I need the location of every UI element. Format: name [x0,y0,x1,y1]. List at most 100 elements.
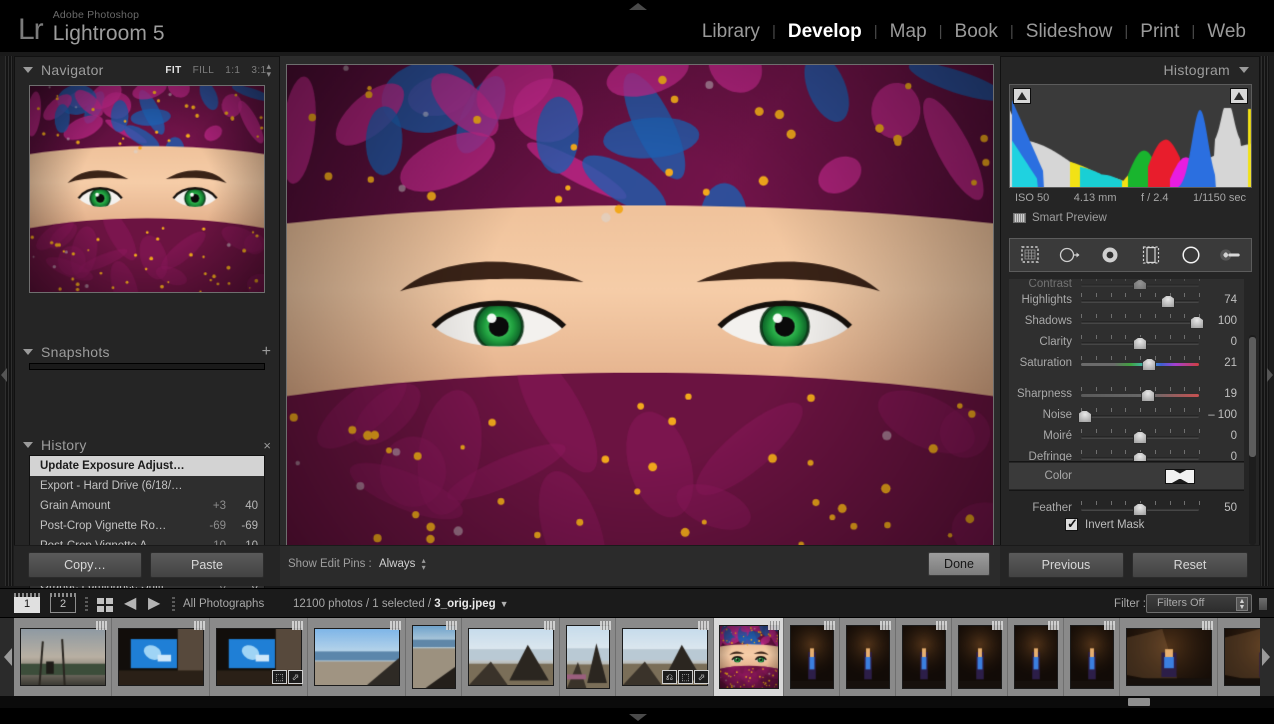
source-label[interactable]: All Photographs [183,598,264,610]
show-edit-pins-stepper-icon[interactable]: ▴ ▾ [422,557,426,572]
slider-sharpness[interactable]: Sharpness 19 [1009,383,1244,404]
second-window-button[interactable]: 2 [50,593,76,613]
module-print[interactable]: Print [1128,20,1191,44]
filmstrip-thumbnail[interactable] [560,618,616,696]
invert-mask-row[interactable]: Invert Mask [1065,516,1144,532]
slider-contrast[interactable]: Contrast [1009,279,1244,289]
filmstrip-scrollbar-thumb[interactable] [1128,698,1150,706]
shadow-clipping-indicator[interactable] [1013,88,1031,104]
slider-shadows[interactable]: Shadows 100 [1009,310,1244,331]
zoom-fit[interactable]: FIT [165,65,181,76]
filmstrip-thumbnail[interactable] [1218,618,1260,696]
right-panel-edge[interactable] [1260,56,1274,586]
slider-saturation[interactable]: Saturation 21 [1009,352,1244,373]
invert-mask-checkbox[interactable] [1065,516,1078,532]
top-panel-toggle-arrow[interactable] [629,3,647,10]
clear-history-button[interactable]: × [263,439,271,452]
main-photo-frame[interactable] [286,64,994,546]
slider-track[interactable] [1081,355,1200,371]
filmstrip-thumbnail[interactable] [896,618,952,696]
left-panel-grip[interactable] [5,56,13,586]
slider-track[interactable] [1081,313,1204,329]
filmstrip-thumbnail[interactable] [1120,618,1218,696]
history-item[interactable]: Export - Hard Drive (6/18/2013 12:32… [30,476,264,496]
slider-moir[interactable]: Moiré 0 [1009,425,1244,446]
chevron-down-icon[interactable]: ▼ [500,599,509,609]
slider-defringe[interactable]: Defringe 0 [1009,446,1244,461]
filmstrip-thumbnail[interactable] [840,618,896,696]
module-book[interactable]: Book [943,20,1010,44]
filmstrip-thumbnail[interactable] [952,618,1008,696]
navigator-header[interactable]: Navigator FIT FILL 1:1 3:1 ▴ ▾ [15,57,279,83]
filmstrip-thumbnail[interactable] [308,618,406,696]
color-swatch[interactable] [1165,468,1195,484]
filmstrip-thumbnail[interactable] [112,618,210,696]
filmstrip-thumbnail[interactable] [784,618,840,696]
filmstrip-thumbnail[interactable] [714,618,784,696]
chevron-down-icon[interactable] [1239,67,1249,73]
filmstrip-prev-arrow[interactable] [4,648,12,666]
filter-dropdown[interactable]: Filters Off ▲ ▼ [1146,594,1252,613]
history-item[interactable]: Update Exposure Adjustment [30,456,264,476]
module-library[interactable]: Library [690,20,772,44]
histogram-header[interactable]: Histogram [1001,57,1259,83]
module-web[interactable]: Web [1195,20,1258,44]
snapshots-header[interactable]: Snapshots + [15,339,279,365]
slider-track[interactable] [1081,334,1200,350]
photo-count-label[interactable]: 12100 photos / 1 selected / 3_orig.jpeg ▼ [293,598,509,610]
red-eye-correction-tool[interactable] [1097,243,1123,267]
module-map[interactable]: Map [878,20,939,44]
paste-settings-button[interactable]: Paste [150,552,264,578]
history-item[interactable]: Post-Crop Vignette Ro… -69 -69 [30,516,264,536]
highlight-clipping-indicator[interactable] [1230,88,1248,104]
slider-highlights[interactable]: Highlights 74 [1009,289,1244,310]
back-arrow-icon[interactable]: ◀ [124,596,136,612]
zoom-3-1[interactable]: 3:1 [251,65,266,76]
show-edit-pins-control[interactable]: Show Edit Pins : Always ▴ ▾ [288,557,426,572]
slider-track[interactable] [1081,449,1200,461]
zoom-1-1[interactable]: 1:1 [225,65,240,76]
previous-button[interactable]: Previous [1008,552,1124,578]
module-slideshow[interactable]: Slideshow [1014,20,1125,44]
filmstrip-thumbnail[interactable] [14,618,112,696]
zoom-stepper-icon[interactable]: ▴ ▾ [266,62,271,79]
slider-track[interactable] [1077,407,1200,423]
filmstrip-thumbnail[interactable] [406,618,462,696]
filmstrip-next-arrow[interactable] [1262,648,1270,666]
slider-track[interactable] [1081,500,1200,516]
chevron-down-icon[interactable] [23,442,33,448]
color-picker-row[interactable]: Color [1009,463,1244,489]
grid-view-icon[interactable] [97,598,113,612]
filmstrip-thumbnail[interactable] [462,618,560,696]
reset-button[interactable]: Reset [1132,552,1248,578]
crop-overlay-tool[interactable] [1017,243,1043,267]
adjustment-brush-tool[interactable] [1218,243,1244,267]
radial-filter-tool[interactable] [1178,243,1204,267]
main-window-button[interactable]: 1 [14,593,40,613]
stepper-icon[interactable]: ▲ ▼ [1236,597,1248,611]
forward-arrow-icon[interactable]: ▶ [148,596,160,612]
histogram-chart[interactable] [1009,84,1252,188]
left-panel-collapse-arrow[interactable] [1,368,7,382]
graduated-filter-tool[interactable] [1138,243,1164,267]
right-panel-grip[interactable] [1261,56,1269,586]
chevron-down-icon[interactable] [23,67,33,73]
slider-track[interactable] [1081,292,1200,308]
slider-track[interactable] [1081,386,1200,402]
copy-settings-button[interactable]: Copy… [28,552,142,578]
done-button[interactable]: Done [928,552,990,576]
filmstrip-thumbnail[interactable] [1008,618,1064,696]
filmstrip-thumbnail[interactable]: ⬚ ⬀ [210,618,308,696]
filmstrip-thumbnail[interactable]: ⎌ ⬚ ⬀ [616,618,714,696]
slider-track[interactable] [1081,279,1200,289]
filmstrip-thumbnail[interactable] [1064,618,1120,696]
smart-preview-status[interactable]: Smart Preview [1013,212,1107,224]
filter-toggle-badge[interactable] [1258,597,1268,611]
slider-noise[interactable]: Noise – 100 [1009,404,1244,425]
navigator-preview[interactable] [29,85,265,293]
chevron-down-icon[interactable] [23,349,33,355]
slider-track[interactable] [1081,428,1200,444]
zoom-fill[interactable]: FILL [193,65,215,76]
right-panel-collapse-arrow[interactable] [1267,368,1273,382]
slider-clarity[interactable]: Clarity 0 [1009,331,1244,352]
